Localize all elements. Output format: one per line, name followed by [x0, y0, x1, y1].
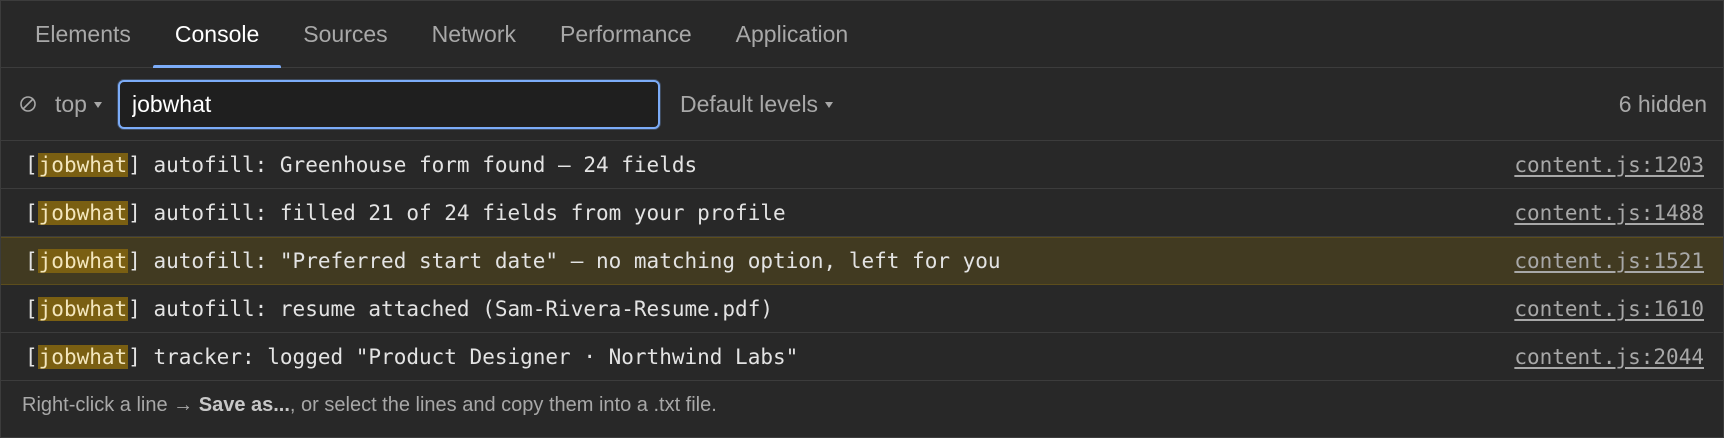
filter-match-highlight: jobwhat [37, 152, 129, 177]
source-link[interactable]: content.js:1521 [1514, 249, 1704, 273]
bracket-open: [ [25, 152, 38, 177]
context-label: top [55, 90, 87, 117]
bracket-close: ] [128, 344, 141, 369]
message-body: autofill: Greenhouse form found — 24 fie… [140, 152, 698, 177]
bracket-close: ] [128, 296, 141, 321]
message-body: tracker: logged "Product Designer · Nort… [140, 344, 799, 369]
tab-performance[interactable]: Performance [538, 1, 714, 67]
save-hint: Right-click a line → Save as..., or sele… [1, 381, 1723, 430]
context-selector[interactable]: top [55, 91, 102, 118]
chevron-down-icon [825, 102, 834, 108]
tab-sources[interactable]: Sources [281, 1, 409, 67]
bracket-open: [ [25, 344, 38, 369]
log-levels-label: Default levels [679, 90, 819, 117]
tab-console[interactable]: Console [152, 1, 282, 68]
message-text: [jobwhat] autofill: "Preferred start dat… [25, 249, 1001, 273]
tab-network[interactable]: Network [410, 1, 538, 67]
message-text: [jobwhat] autofill: resume attached (Sam… [25, 296, 773, 321]
hidden-messages-count: 6 hidden [1618, 90, 1707, 117]
filter-match-highlight: jobwhat [37, 296, 129, 321]
message-text: [jobwhat] tracker: logged "Product Desig… [25, 344, 799, 369]
bracket-close: ] [128, 249, 141, 273]
console-messages: [jobwhat] autofill: Greenhouse form foun… [1, 141, 1723, 381]
console-message[interactable]: [jobwhat] autofill: resume attached (Sam… [1, 285, 1723, 333]
bracket-open: [ [25, 296, 38, 321]
tab-application[interactable]: Application [714, 1, 871, 67]
no-entry-icon [20, 96, 36, 112]
console-message[interactable]: [jobwhat] tracker: logged "Product Desig… [1, 333, 1723, 381]
filter-match-highlight: jobwhat [37, 344, 129, 369]
tab-elements[interactable]: Elements [13, 1, 153, 67]
source-link[interactable]: content.js:1488 [1514, 201, 1704, 225]
message-text: [jobwhat] autofill: Greenhouse form foun… [25, 152, 698, 177]
bracket-open: [ [25, 200, 38, 225]
console-filter-toolbar: top Default levels 6 hidden [1, 68, 1723, 141]
console-message[interactable]: [jobwhat] autofill: Greenhouse form foun… [1, 141, 1723, 189]
source-link[interactable]: content.js:1203 [1514, 153, 1704, 177]
source-link[interactable]: content.js:2044 [1514, 345, 1704, 369]
console-filter-input[interactable] [117, 79, 660, 129]
console-message[interactable]: [jobwhat] autofill: filled 21 of 24 fiel… [1, 189, 1723, 237]
message-body: autofill: resume attached (Sam-Rivera-Re… [140, 296, 773, 321]
hint-suffix: , or select the lines and copy them into… [289, 394, 717, 416]
devtools-panel: Elements Console Sources Network Perform… [0, 0, 1724, 438]
bracket-close: ] [128, 152, 141, 177]
bracket-close: ] [128, 200, 141, 225]
chevron-down-icon [93, 102, 102, 108]
filter-match-highlight: jobwhat [37, 200, 129, 225]
hint-prefix: Right-click a line → [22, 394, 194, 416]
hint-save-as: Save as... [198, 394, 290, 416]
devtools-tab-bar: Elements Console Sources Network Perform… [1, 1, 1723, 68]
clear-console-icon[interactable] [17, 93, 39, 115]
console-warning-message[interactable]: [jobwhat] autofill: "Preferred start dat… [1, 237, 1723, 285]
source-link[interactable]: content.js:1610 [1514, 297, 1704, 321]
message-body: autofill: filled 21 of 24 fields from yo… [140, 200, 786, 225]
message-body: autofill: "Preferred start date" — no ma… [140, 249, 1001, 273]
bracket-open: [ [25, 249, 38, 273]
message-text: [jobwhat] autofill: filled 21 of 24 fiel… [25, 200, 786, 225]
filter-match-highlight: jobwhat [37, 249, 129, 273]
log-levels-dropdown[interactable]: Default levels [679, 90, 834, 118]
